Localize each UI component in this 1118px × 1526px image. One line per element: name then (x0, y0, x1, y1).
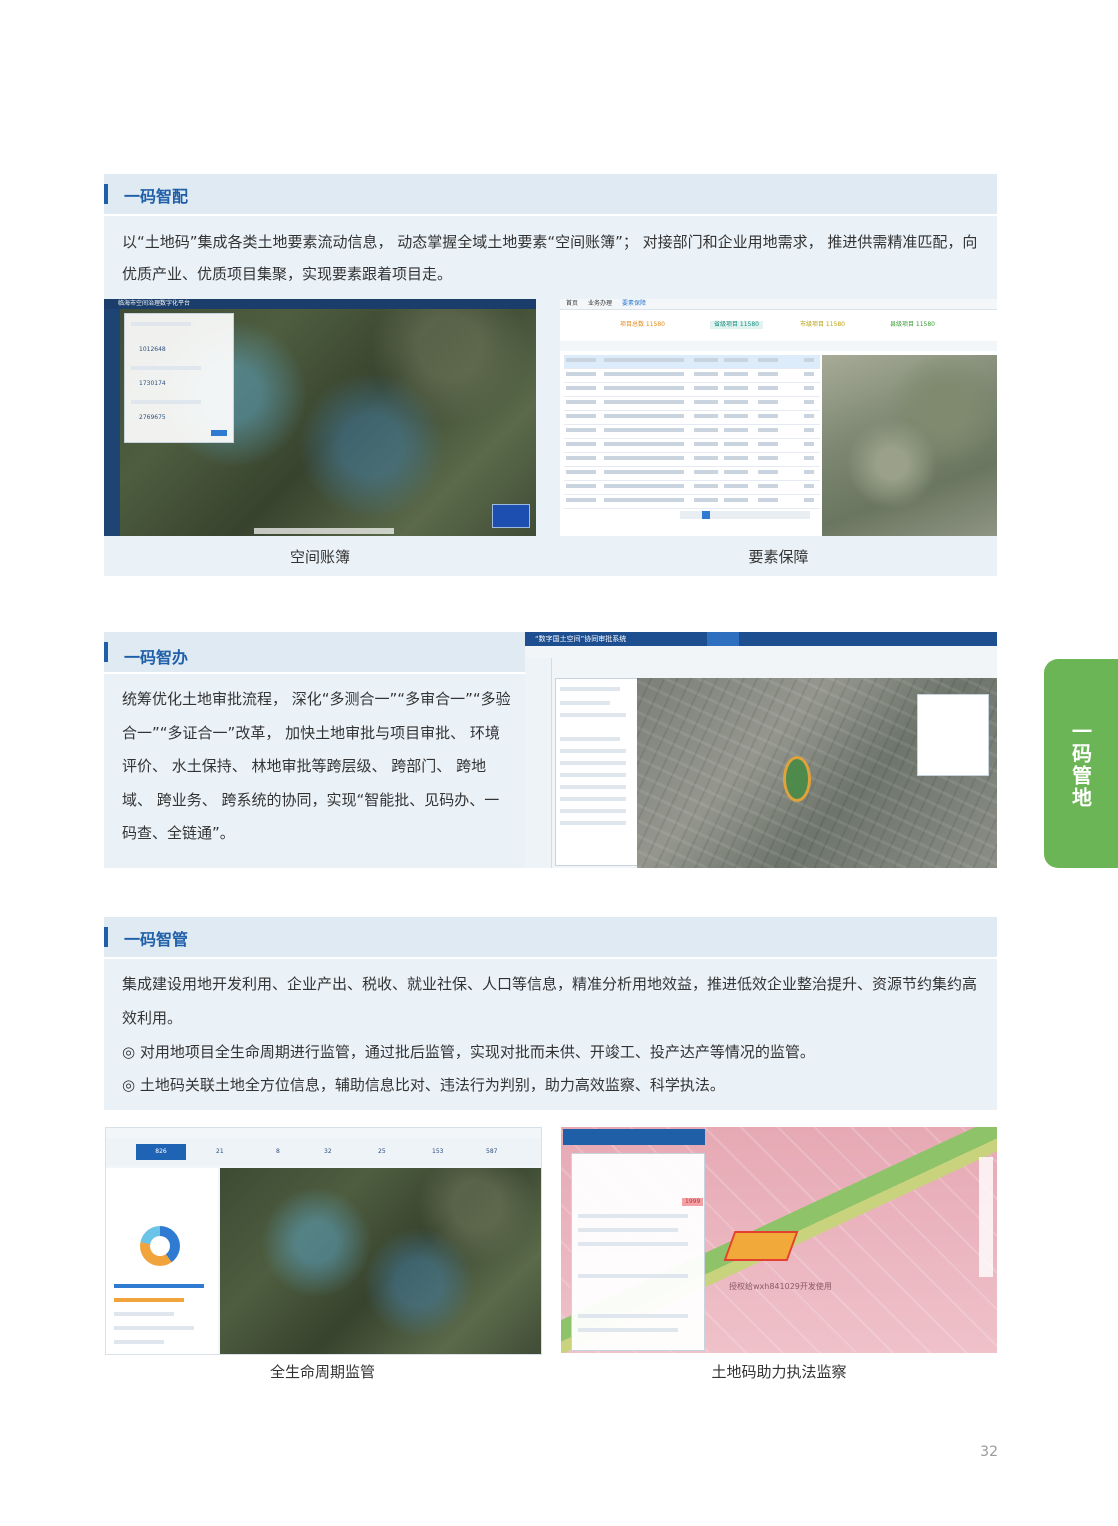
stat-county: 县级项目 11580 (890, 321, 935, 328)
screen-title: 临海市空间治理数字化平台 (118, 300, 191, 307)
results-table (560, 355, 822, 525)
workflow-panel (555, 678, 639, 866)
screen-side-nav (104, 309, 120, 536)
caption-space-ledger: 空间账簿 (289, 548, 350, 566)
table-row[interactable] (564, 439, 820, 453)
section-body-text: 集成建设用地开发利用、企业产出、税收、就业社保、人口等信息，精准分析用地效益，推… (122, 975, 978, 1027)
stat-1: 826 (136, 1144, 186, 1160)
screen-title: “数字国土空间”协同审批系统 (535, 635, 627, 643)
confirm-button[interactable] (211, 430, 227, 436)
minimap (492, 504, 530, 528)
bullet-enforcement: ◎ 土地码关联土地全方位信息，辅助信息比对、违法行为判别，助力高效监察、科学执法… (122, 1076, 725, 1094)
section-zhipei: 一码智配 以“土地码”集成各类土地要素流动信息， 动态掌握全域土地要素“空间账簿… (104, 174, 997, 576)
screen-titlebar: 临海市空间治理数字化平台 (104, 299, 536, 309)
tab-home[interactable]: 首页 (566, 300, 578, 308)
table-row[interactable] (564, 355, 820, 369)
section-body-text: 统筹优化土地审批流程， 深化“多测合一”“多审合一”“多验合一”“多证合一”改革… (122, 690, 511, 842)
pagination[interactable] (680, 511, 810, 519)
screenshot-element-guarantee: 首页 业务办理 要素保障 项目总数 11580 省级项目 11580 市级项目 … (560, 299, 997, 536)
stat-7: 587 (486, 1148, 498, 1155)
donut-chart (140, 1226, 180, 1266)
stat-total: 项目总数 11580 (620, 321, 665, 328)
section-zhiban: 一码智办 统筹优化土地审批流程， 深化“多测合一”“多审合一”“多验合一”“多证… (104, 632, 997, 868)
screen-stats-bar: 826 21 8 32 25 153 587 (106, 1138, 541, 1166)
chapter-side-tab: 一码管地 (1044, 659, 1118, 868)
filter-bar (560, 341, 997, 351)
section-title: 一码智配 (124, 187, 189, 206)
parcel-outline (723, 1231, 799, 1261)
caption-lifecycle: 全生命周期监管 (269, 1363, 375, 1381)
stat-province: 省级项目 11580 (710, 321, 763, 329)
map-toolbar[interactable] (254, 528, 394, 534)
tab-element[interactable]: 要素保障 (622, 300, 646, 308)
stat-6: 153 (432, 1148, 444, 1155)
section-header: 一码智配 (104, 174, 997, 216)
tab-business[interactable]: 业务办理 (588, 300, 612, 308)
screenshot-space-ledger: 临海市空间治理数字化平台 1012648 1730174 2769675 (104, 299, 536, 536)
table-row[interactable] (564, 383, 820, 397)
section-title: 一码智管 (124, 930, 189, 949)
screen-tabs: 首页 业务办理 要素保障 (560, 299, 997, 310)
section-header: 一码智管 (104, 917, 997, 959)
active-menu[interactable] (707, 632, 739, 646)
caption-enforcement: 土地码助力执法监察 (711, 1363, 847, 1381)
table-row[interactable] (564, 397, 820, 411)
table-row[interactable] (564, 453, 820, 467)
value-2: 1730174 (139, 380, 166, 387)
table-row[interactable] (564, 495, 820, 509)
value-3: 2769675 (139, 414, 166, 421)
screen-map (822, 355, 997, 536)
screen-info-panel: 1012648 1730174 2769675 (124, 313, 234, 443)
page-number: 32 (980, 1444, 998, 1460)
screen-side-nav (525, 658, 552, 868)
screen-map (220, 1168, 541, 1354)
caption-element-guarantee: 要素保障 (748, 548, 809, 566)
table-row[interactable] (564, 411, 820, 425)
top-toolbar[interactable] (563, 1129, 705, 1145)
section-title: 一码智办 (124, 648, 189, 667)
section-header: 一码智办 (104, 632, 525, 674)
table-row[interactable] (564, 481, 820, 495)
table-row[interactable] (564, 467, 820, 481)
stat-5: 25 (378, 1148, 386, 1155)
section-zhiguan: 一码智管 集成建设用地开发利用、企业产出、税收、就业社保、人口等信息，精准分析用… (104, 917, 997, 1110)
info-popup (917, 694, 989, 776)
chapter-side-tab-label: 一码管地 (1068, 721, 1093, 809)
watermark: 授权给wxh841029开发使用 (729, 1282, 832, 1291)
land-info-panel: 1999 (571, 1153, 705, 1351)
screenshot-approval-system: “数字国土空间”协同审批系统 (525, 632, 997, 868)
stats-side-panel (106, 1168, 218, 1354)
section-accent-bar (104, 184, 108, 204)
stat-3: 8 (276, 1148, 280, 1155)
table-row[interactable] (564, 425, 820, 439)
section-body-text: 以“土地码”集成各类土地要素流动信息， 动态掌握全域土地要素“空间账簿”； 对接… (122, 233, 978, 283)
stat-city: 市级项目 11580 (800, 321, 845, 328)
map-tools[interactable] (979, 1157, 993, 1277)
screen-titlebar: “数字国土空间”协同审批系统 (525, 632, 997, 646)
stat-2: 21 (216, 1148, 224, 1155)
screenshot-enforcement: 1999 授权给wxh841029开发使用 (561, 1127, 997, 1353)
table-row[interactable] (564, 369, 820, 383)
section-accent-bar (104, 927, 108, 947)
year-badge: 1999 (682, 1198, 704, 1206)
value-1: 1012648 (139, 346, 166, 353)
section-accent-bar (104, 642, 108, 662)
stat-4: 32 (324, 1148, 332, 1155)
stadium-marker (783, 756, 811, 802)
screenshot-lifecycle: 826 21 8 32 25 153 587 (105, 1127, 542, 1355)
bullet-lifecycle: ◎ 对用地项目全生命周期进行监管，通过批后监管，实现对批而未供、开竣工、投产达产… (122, 1043, 815, 1061)
